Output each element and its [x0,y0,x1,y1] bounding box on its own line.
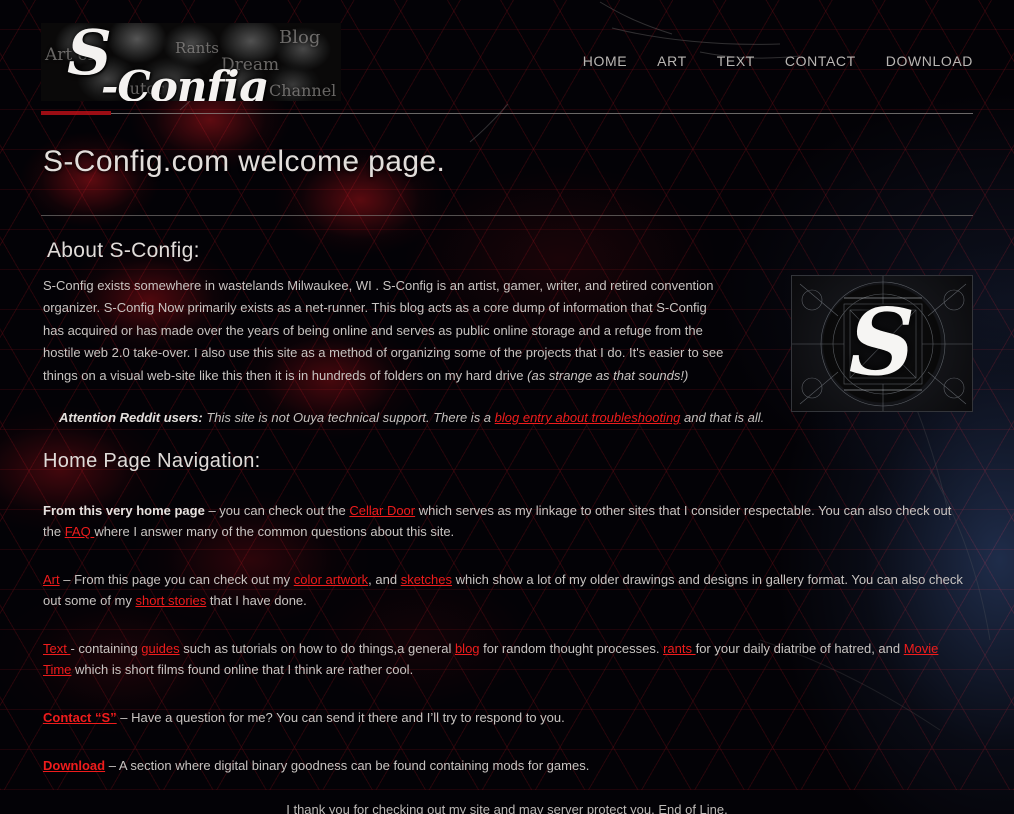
link-contact-s[interactable]: Contact “S” [43,710,117,725]
link-art[interactable]: Art [43,572,60,587]
nav-seg: where I answer many of the common questi… [94,524,455,540]
page-title-divider [41,215,973,216]
header-accent-bar [41,111,111,115]
nav-paragraph-home-page: From this very home page – you can check… [41,473,973,542]
link-blog[interactable]: blog [455,641,480,656]
about-heading: About S-Config: [47,239,200,262]
main-navigation: HOME ART TEXT CONTACT DOWNLOAD [583,53,973,69]
nav-paragraph-contact: Contact “S” – Have a question for me? Yo… [41,680,973,728]
link-short-stories[interactable]: short stories [135,593,206,608]
nav-seg: such as tutorials on how to do things,a … [179,641,455,657]
nav-seg: – A section where digital binary goodnes… [105,758,590,774]
logo-wordmark: S -Config [67,23,317,101]
nav-item-contact[interactable]: CONTACT [785,53,856,69]
about-paragraph-italic-tail: (as strange as that sounds!) [527,367,689,383]
nav-seg: - containing [70,641,142,657]
nav-paragraph-art: Art – From this page you can check out m… [41,542,973,611]
link-text[interactable]: Text [43,641,70,656]
link-guides[interactable]: guides [141,641,179,656]
header-divider [41,111,973,115]
nav-seg: – you can check out the [204,503,350,519]
site-logo[interactable]: Art of: Rants Blog Dream Tutor Channel S… [41,22,341,101]
reddit-notice-link[interactable]: blog entry about troubleshooting [495,410,681,425]
link-cellar-door[interactable]: Cellar Door [349,503,415,518]
nav-seg: – Have a question for me? You can send i… [116,710,565,726]
link-rants[interactable]: rants [663,641,696,656]
site-header: Art of: Rants Blog Dream Tutor Channel S… [41,0,973,113]
nav-item-home[interactable]: HOME [583,53,627,69]
nav-item-text[interactable]: TEXT [717,53,755,69]
about-logo-image: S [791,275,973,412]
link-download[interactable]: Download [43,758,105,773]
nav-seg: for random thought processes. [479,641,664,657]
link-sketches[interactable]: sketches [401,572,452,587]
link-color-artwork[interactable]: color artwork [294,572,368,587]
navigation-heading: Home Page Navigation: [43,450,261,473]
nav-seg: for your daily diatribe of hatred, and [695,641,904,657]
link-faq[interactable]: FAQ [65,524,95,539]
about-logo-monogram: S [848,287,916,396]
nav-paragraph-download: Download – A section where digital binar… [41,728,973,776]
logo-wordmark-config: -Config [101,62,268,101]
page-root: Art of: Rants Blog Dream Tutor Channel S… [0,0,1014,814]
site-footer: I thank you for checking out my site and… [41,776,973,814]
nav-item-art[interactable]: ART [657,53,687,69]
reddit-notice-lead: Attention Reddit users: [59,410,203,426]
page-title: S-Config.com welcome page. [43,145,446,178]
reddit-notice-text-before: This site is not Ouya technical support.… [202,410,495,426]
nav-seg: that I have done. [206,593,307,609]
nav-paragraph-text: Text - containing guides such as tutoria… [41,611,973,680]
footer-text: I thank you for checking out my site and… [286,802,728,814]
nav-seg: – From this page you can check out my [59,572,294,588]
nav-paragraph-home-page-lead: From this very home page [43,503,205,519]
nav-item-download[interactable]: DOWNLOAD [886,53,973,69]
nav-seg: , and [368,572,401,588]
about-section: S S-Config exists somewhere in wasteland… [41,275,973,428]
content-container: Art of: Rants Blog Dream Tutor Channel S… [41,0,973,814]
reddit-notice-text-after: and that is all. [680,410,765,426]
nav-seg: which is short films found online that I… [71,662,414,678]
